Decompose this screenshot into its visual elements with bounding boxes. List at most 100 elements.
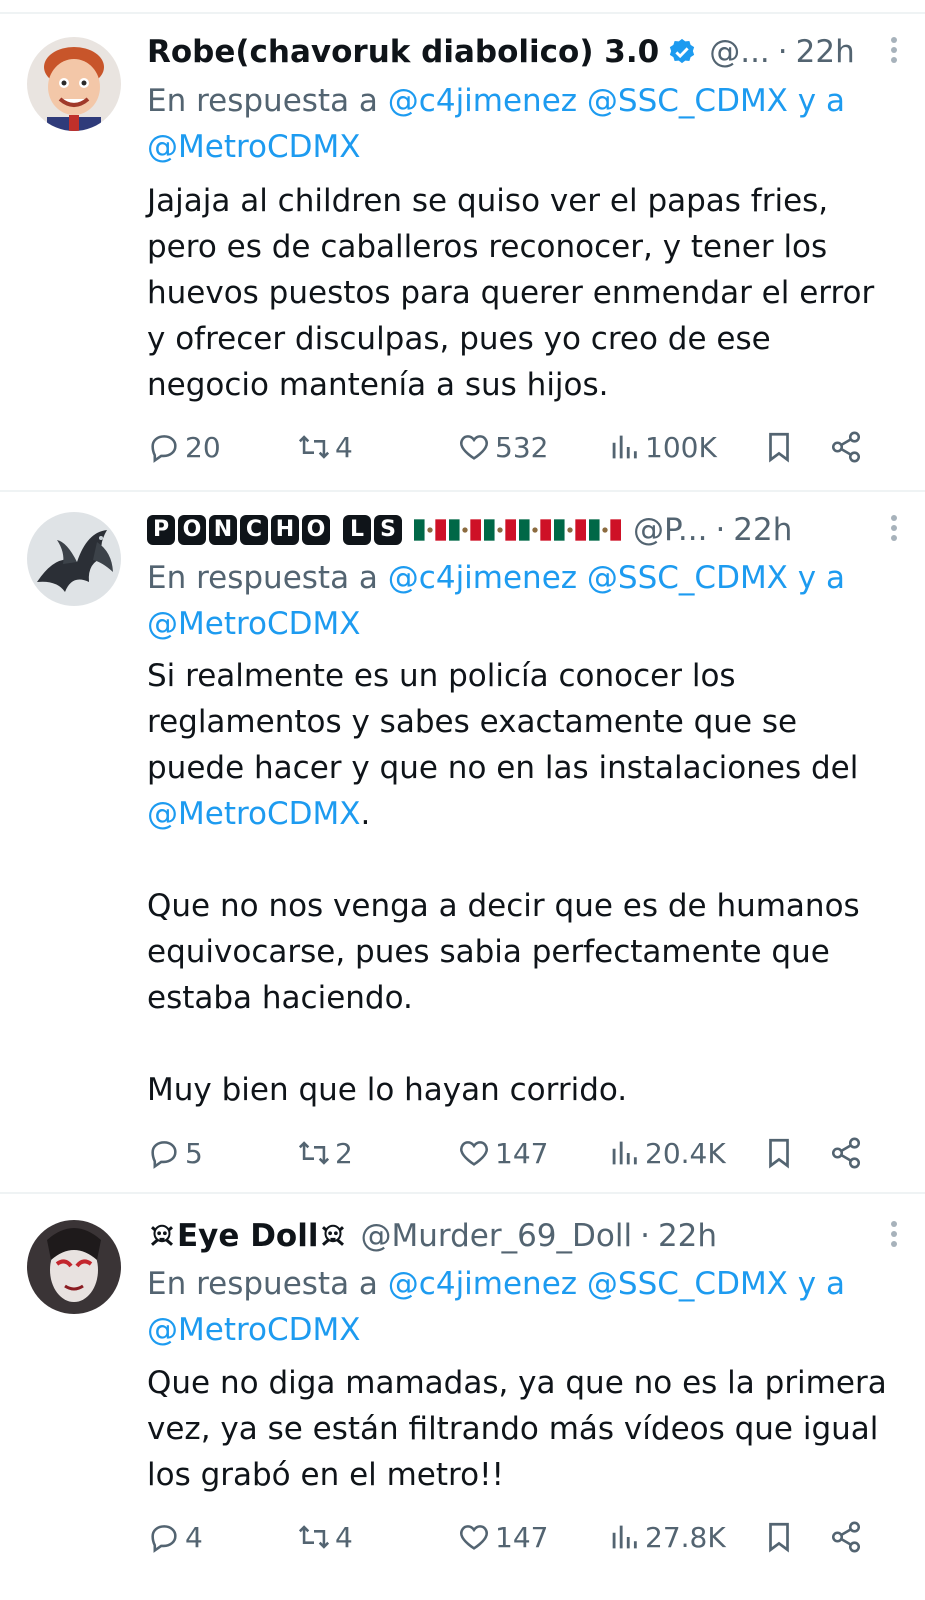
- tweet-text: Si realmente es un policía conocer los r…: [147, 653, 887, 1113]
- mention-link[interactable]: @MetroCDMX: [147, 796, 361, 832]
- reply-context: En respuesta a @c4jimenez @SSC_CDMX y a …: [147, 78, 887, 170]
- name-letter: O: [178, 515, 206, 545]
- separator-dot: ·: [640, 1218, 650, 1254]
- views-button[interactable]: 27.8K: [607, 1514, 726, 1560]
- tweet-header: Robe(chavoruk diabolico) 3.0 @... · 22h: [147, 27, 901, 77]
- more-options-icon[interactable]: [887, 1217, 901, 1257]
- punctuation: .: [360, 796, 371, 832]
- name-letter: P: [147, 515, 175, 545]
- bookmark-icon: [769, 1522, 789, 1553]
- view-count: 100K: [645, 430, 717, 464]
- share-icon: [831, 431, 861, 463]
- repost-button[interactable]: 4: [297, 1514, 353, 1560]
- separator-dot: ·: [715, 512, 726, 548]
- heart-icon: [460, 1141, 488, 1166]
- reply-prefix: En respuesta a: [147, 1266, 378, 1302]
- reply-tweet[interactable]: P O N C H O L S @P... · 22h En respuesta…: [0, 492, 925, 1192]
- like-button[interactable]: 532: [457, 424, 548, 470]
- bookmark-icon: [769, 432, 789, 463]
- like-button[interactable]: 147: [457, 1130, 548, 1176]
- mention-link[interactable]: @c4jimenez: [388, 83, 577, 119]
- display-name[interactable]: Eye Doll: [177, 1218, 318, 1254]
- reply-context: En respuesta a @c4jimenez @SSC_CDMX y a …: [147, 1261, 887, 1353]
- reply-button[interactable]: 20: [147, 424, 221, 470]
- handle[interactable]: @P...: [633, 512, 707, 548]
- share-button[interactable]: [829, 1514, 867, 1560]
- paragraph: Muy bien que lo hayan corrido.: [147, 1072, 628, 1108]
- views-icon: [612, 1525, 637, 1549]
- repost-count: 4: [335, 430, 353, 464]
- reply-and: y a: [797, 560, 845, 596]
- mention-link[interactable]: @SSC_CDMX: [587, 1266, 788, 1302]
- name-letter: O: [302, 515, 330, 545]
- display-name[interactable]: Robe(chavoruk diabolico) 3.0: [147, 34, 659, 70]
- like-count: 147: [495, 1136, 549, 1170]
- heart-icon: [460, 435, 488, 460]
- separator-dot: ·: [777, 34, 788, 70]
- handle[interactable]: @Murder_69_Doll: [360, 1218, 632, 1254]
- action-bar: 4 4 147 27.8K: [147, 1514, 877, 1560]
- reply-count: 20: [185, 430, 221, 464]
- bookmark-button[interactable]: [762, 1130, 800, 1176]
- share-icon: [831, 1521, 861, 1553]
- timestamp[interactable]: 22h: [733, 512, 792, 548]
- name-letter: L: [343, 515, 371, 545]
- reply-button[interactable]: 4: [147, 1514, 203, 1560]
- avatar[interactable]: [27, 1220, 121, 1314]
- bookmark-icon: [769, 1138, 789, 1169]
- avatar[interactable]: [27, 37, 121, 131]
- handle[interactable]: @...: [709, 34, 770, 70]
- repost-icon: [298, 1141, 330, 1165]
- repost-icon: [298, 435, 330, 459]
- mention-link[interactable]: @c4jimenez: [388, 560, 577, 596]
- view-count: 27.8K: [645, 1520, 726, 1554]
- timestamp[interactable]: 22h: [796, 34, 855, 70]
- skull-crossbones-icon: [151, 1224, 173, 1246]
- repost-icon: [298, 1525, 330, 1549]
- avatar[interactable]: [27, 512, 121, 606]
- mexico-flag-icon: [411, 519, 621, 541]
- mention-link[interactable]: @SSC_CDMX: [587, 83, 788, 119]
- heart-icon: [460, 1525, 488, 1550]
- reply-and: y a: [797, 1266, 845, 1302]
- mention-link[interactable]: @MetroCDMX: [147, 129, 361, 165]
- tweet-header: P O N C H O L S @P... · 22h: [147, 505, 901, 555]
- views-button[interactable]: 20.4K: [607, 1130, 726, 1176]
- reply-tweet[interactable]: Eye Doll @Murder_69_Doll · 22h En respue…: [0, 1194, 925, 1600]
- skull-crossbones-icon: [322, 1224, 345, 1246]
- bookmark-button[interactable]: [762, 1514, 800, 1560]
- views-button[interactable]: 100K: [607, 424, 717, 470]
- view-count: 20.4K: [645, 1136, 726, 1170]
- views-icon: [612, 435, 637, 459]
- name-letter: S: [374, 515, 402, 545]
- like-button[interactable]: 147: [457, 1514, 548, 1560]
- reply-and: y a: [797, 83, 845, 119]
- tweet-text: Que no diga mamadas, ya que no es la pri…: [147, 1365, 887, 1493]
- action-bar: 20 4 532 100K: [147, 424, 877, 470]
- mention-link[interactable]: @MetroCDMX: [147, 606, 361, 642]
- more-options-icon[interactable]: [887, 33, 901, 73]
- verified-badge-icon: [670, 38, 695, 64]
- like-count: 532: [495, 430, 549, 464]
- tweet-header: Eye Doll @Murder_69_Doll · 22h: [147, 1211, 901, 1261]
- views-icon: [612, 1141, 637, 1165]
- display-name[interactable]: P O N C H O L S: [147, 515, 405, 545]
- repost-button[interactable]: 2: [297, 1130, 353, 1176]
- paragraph: Si realmente es un policía conocer los r…: [147, 653, 887, 837]
- share-button[interactable]: [829, 424, 867, 470]
- paragraph-text: Si realmente es un policía conocer los r…: [147, 658, 859, 786]
- like-count: 147: [495, 1520, 549, 1554]
- repost-button[interactable]: 4: [297, 424, 353, 470]
- share-button[interactable]: [829, 1130, 867, 1176]
- more-options-icon[interactable]: [887, 511, 901, 551]
- mention-link[interactable]: @MetroCDMX: [147, 1312, 361, 1348]
- mention-link[interactable]: @SSC_CDMX: [587, 560, 788, 596]
- bookmark-button[interactable]: [762, 424, 800, 470]
- action-bar: 5 2 147 20.4K: [147, 1130, 877, 1176]
- reply-icon: [151, 1141, 177, 1169]
- mention-link[interactable]: @c4jimenez: [388, 1266, 577, 1302]
- reply-tweet[interactable]: Robe(chavoruk diabolico) 3.0 @... · 22h …: [0, 0, 925, 490]
- reply-button[interactable]: 5: [147, 1130, 203, 1176]
- timestamp[interactable]: 22h: [658, 1218, 717, 1254]
- name-letter: N: [209, 515, 237, 545]
